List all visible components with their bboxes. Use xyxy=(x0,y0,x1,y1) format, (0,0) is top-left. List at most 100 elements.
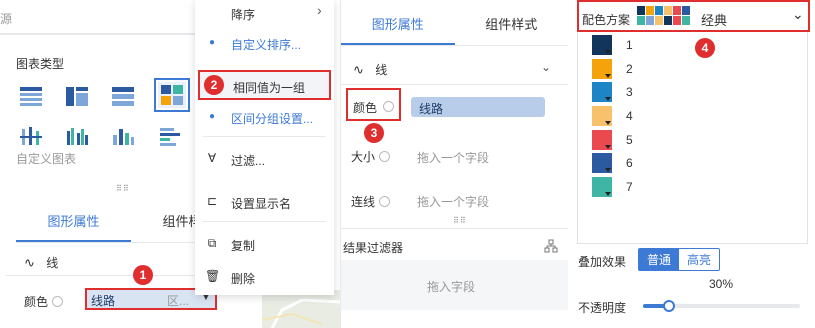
scheme-preview-swatches xyxy=(637,6,690,25)
shape-row[interactable]: ∿ 线 xyxy=(24,254,58,271)
tab-graphic-properties[interactable]: 图形属性 xyxy=(341,8,455,45)
gear-icon[interactable] xyxy=(383,101,394,112)
chevron-down-icon[interactable]: ⌄ xyxy=(541,60,551,74)
chart-type-title: 图表类型 xyxy=(16,57,65,71)
step-badge-3: 3 xyxy=(364,123,384,143)
color-swatch[interactable] xyxy=(592,130,612,150)
color-label: 颜色 xyxy=(24,295,49,309)
filter-icon: ∀ xyxy=(207,151,217,165)
gear-icon[interactable] xyxy=(379,151,391,162)
size-drop-zone[interactable]: 拖入一个字段 xyxy=(417,149,489,166)
swatch-row[interactable]: 3 xyxy=(592,82,652,104)
overlay-toggle: 普通 高亮 xyxy=(638,248,721,271)
color-scheme-panel: 配色方案 经典 ⌄ 4 1 2 3 4 5 6 7 叠加效果 普通 高亮 30%… xyxy=(575,0,815,328)
rename-icon: ⊏ xyxy=(206,194,218,208)
opacity-label: 不透明度 xyxy=(578,301,627,315)
gear-icon[interactable] xyxy=(379,196,391,207)
step-badge-1: 1 xyxy=(133,265,153,285)
detail-table-icon[interactable] xyxy=(110,85,136,107)
resize-grip-icon[interactable]: ⠿⠿ xyxy=(116,184,130,193)
color-scheme-selector[interactable]: 配色方案 经典 ⌄ xyxy=(577,0,810,32)
swatch-row[interactable]: 7 xyxy=(592,177,652,199)
field-context-menu: 降序 › ● 自定义排序... 相同值为一组 2 ● 区间分组设置... ∀ 过… xyxy=(195,0,334,295)
custom-chart-label: 自定义图表 xyxy=(16,152,77,166)
menu-item-interval-group[interactable]: ● 区间分组设置... xyxy=(195,104,334,130)
caret-down-icon xyxy=(605,97,611,101)
opacity-slider-track[interactable] xyxy=(643,300,800,312)
map-chart-icon[interactable] xyxy=(154,78,190,112)
color-swatch[interactable] xyxy=(592,82,612,102)
table-chart-icon[interactable] xyxy=(18,85,44,107)
caret-down-icon xyxy=(605,192,611,196)
scheme-label: 配色方案 xyxy=(582,13,631,27)
swatch-row[interactable]: 6 xyxy=(592,153,652,175)
result-filter-label: 结果过滤器 xyxy=(343,241,404,255)
menu-item-descending[interactable]: 降序 › xyxy=(195,0,334,26)
menu-item-delete[interactable]: 🗑 删除 xyxy=(195,264,334,290)
color-swatch[interactable] xyxy=(592,153,612,173)
menu-separator xyxy=(203,136,326,137)
step-badge-2: 2 xyxy=(204,75,224,95)
horizontal-bar-icon[interactable] xyxy=(158,125,184,147)
source-label: 源 xyxy=(0,12,13,26)
color-row-label: 颜色 xyxy=(24,293,64,310)
caret-down-icon xyxy=(605,168,611,172)
menu-item-custom-sort[interactable]: ● 自定义排序... xyxy=(195,30,334,56)
dot-icon: ● xyxy=(208,37,216,48)
divider xyxy=(341,84,568,85)
grouped-bar-icon[interactable] xyxy=(64,125,90,147)
color-field-value: 线路 xyxy=(91,294,116,308)
bar-chart-icon[interactable] xyxy=(110,125,136,147)
menu-item-copy[interactable]: ⧉ 复制 xyxy=(195,231,334,257)
result-filter-drop-zone[interactable]: 拖入字段 xyxy=(341,260,568,310)
tab-graphic-properties[interactable]: 图形属性 xyxy=(16,205,131,242)
resize-grip-icon[interactable]: ⠿⠿ xyxy=(453,216,467,225)
chevron-down-icon[interactable]: ⌄ xyxy=(792,6,804,23)
swatch-row[interactable]: 5 xyxy=(592,130,652,152)
overlay-label: 叠加效果 xyxy=(578,255,627,269)
size-row-label: 大小 xyxy=(351,148,391,165)
property-tabs: 图形属性 组件样式 xyxy=(341,8,568,46)
swatch-row[interactable]: 2 xyxy=(592,59,652,81)
color-swatch[interactable] xyxy=(592,106,612,126)
map-preview xyxy=(261,290,343,328)
chevron-right-icon: › xyxy=(317,2,322,18)
color-label-box: 颜色 xyxy=(346,88,401,121)
opacity-slider-handle[interactable] xyxy=(663,300,675,312)
map-roads-graphic xyxy=(261,298,343,328)
connect-row-label: 连线 xyxy=(351,193,391,210)
menu-item-set-display-name[interactable]: ⊏ 设置显示名 xyxy=(195,189,334,215)
swatch-row[interactable]: 4 xyxy=(592,106,652,128)
caret-down-icon xyxy=(605,121,611,125)
color-swatch[interactable] xyxy=(592,35,612,55)
gear-icon[interactable] xyxy=(52,296,64,307)
color-field-pill[interactable]: 线路 xyxy=(411,97,545,117)
caret-down-icon xyxy=(605,74,611,78)
swatch-list: 1 2 3 4 5 6 7 xyxy=(577,32,808,244)
color-field-value: 线路 xyxy=(419,102,444,116)
scheme-value: 经典 xyxy=(701,13,728,28)
overlay-option-normal[interactable]: 普通 xyxy=(639,249,680,270)
cross-table-icon[interactable] xyxy=(64,85,90,107)
hierarchy-icon[interactable] xyxy=(544,239,558,253)
attribute-panel: 图形属性 组件样式 ∿ 线 ⌄ 颜色 线路 3 大小 拖入一个字段 连线 拖入一… xyxy=(340,0,568,328)
caret-down-icon xyxy=(605,145,611,149)
color-label: 颜色 xyxy=(353,101,378,115)
color-swatch[interactable] xyxy=(592,59,612,79)
size-label: 大小 xyxy=(351,150,376,164)
swatch-row[interactable]: 1 xyxy=(592,35,652,57)
menu-item-filter[interactable]: ∀ 过滤... xyxy=(195,146,334,172)
shape-row[interactable]: ∿ 线 xyxy=(353,61,387,78)
copy-icon: ⧉ xyxy=(207,236,217,250)
overlay-option-highlight[interactable]: 高亮 xyxy=(679,249,719,270)
opacity-value: 30% xyxy=(709,277,734,291)
line-chart-icon: ∿ xyxy=(24,255,35,270)
tab-component-style[interactable]: 组件样式 xyxy=(455,8,569,45)
divider xyxy=(341,228,568,229)
caret-down-icon xyxy=(605,50,611,54)
color-swatch[interactable] xyxy=(592,177,612,197)
connect-drop-zone[interactable]: 拖入一个字段 xyxy=(417,193,489,210)
delete-icon: 🗑 xyxy=(205,269,221,283)
connect-label: 连线 xyxy=(351,195,376,209)
box-plot-icon[interactable] xyxy=(18,125,44,147)
